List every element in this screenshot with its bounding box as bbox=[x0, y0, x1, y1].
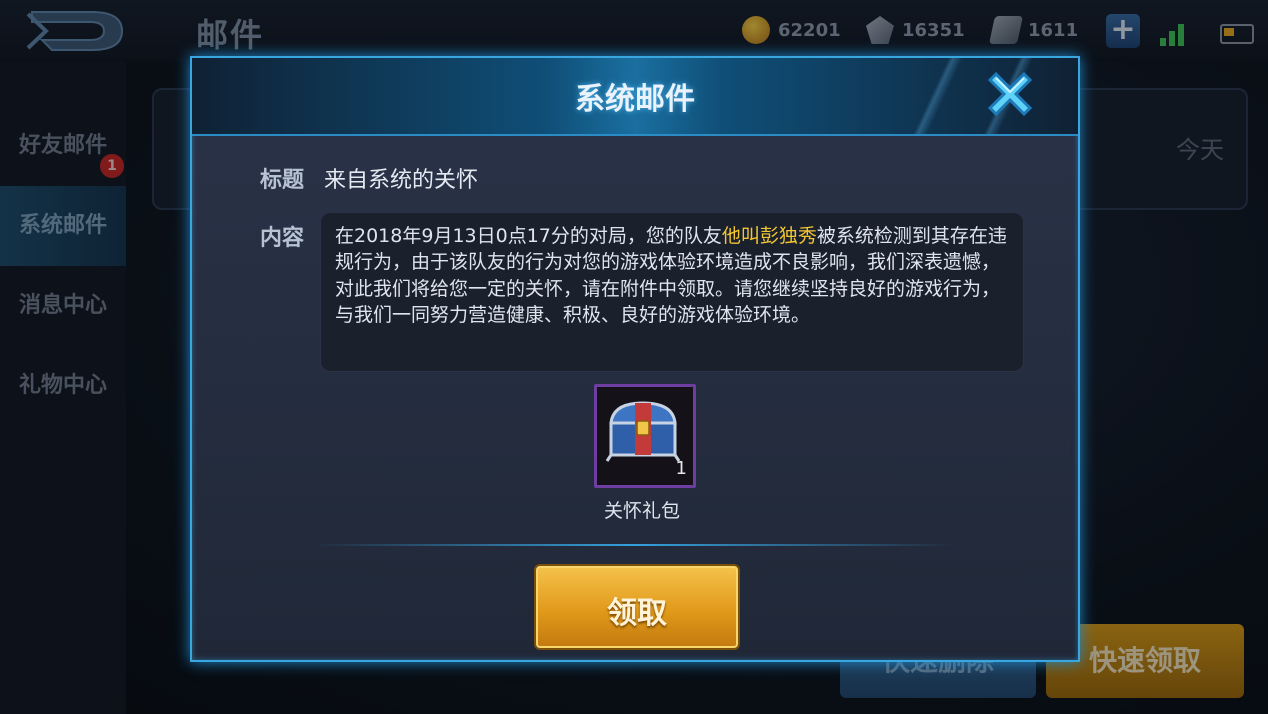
content-text-before: 在2018年9月13日0点17分的对局，您的队友 bbox=[335, 225, 722, 247]
treasure-chest-icon bbox=[605, 401, 681, 462]
close-icon[interactable] bbox=[982, 66, 1038, 122]
claim-button[interactable]: 领取 bbox=[536, 566, 738, 648]
dialog-title: 系统邮件 bbox=[575, 82, 695, 117]
mail-subject: 来自系统的关怀 bbox=[324, 168, 479, 193]
subject-label: 标题 bbox=[260, 168, 305, 193]
divider bbox=[312, 544, 958, 546]
attachment-item-name: 关怀礼包 bbox=[603, 500, 680, 522]
system-mail-dialog: 系统邮件 标题 来自系统的关怀 内容 在2018年9月13日0点17分的对局，您… bbox=[190, 56, 1080, 662]
content-label: 内容 bbox=[260, 226, 305, 251]
item-count: 1 bbox=[675, 458, 687, 479]
attachment-item-slot[interactable]: 1 bbox=[594, 384, 696, 488]
claim-button-label: 领取 bbox=[607, 596, 667, 631]
mail-content-box: 在2018年9月13日0点17分的对局，您的队友他叫彭独秀被系统检测到其存在违规… bbox=[320, 212, 1024, 372]
dialog-header: 系统邮件 bbox=[192, 58, 1078, 136]
mail-content: 在2018年9月13日0点17分的对局，您的队友他叫彭独秀被系统检测到其存在违规… bbox=[335, 223, 1011, 329]
highlighted-player-name: 他叫彭独秀 bbox=[721, 225, 817, 247]
